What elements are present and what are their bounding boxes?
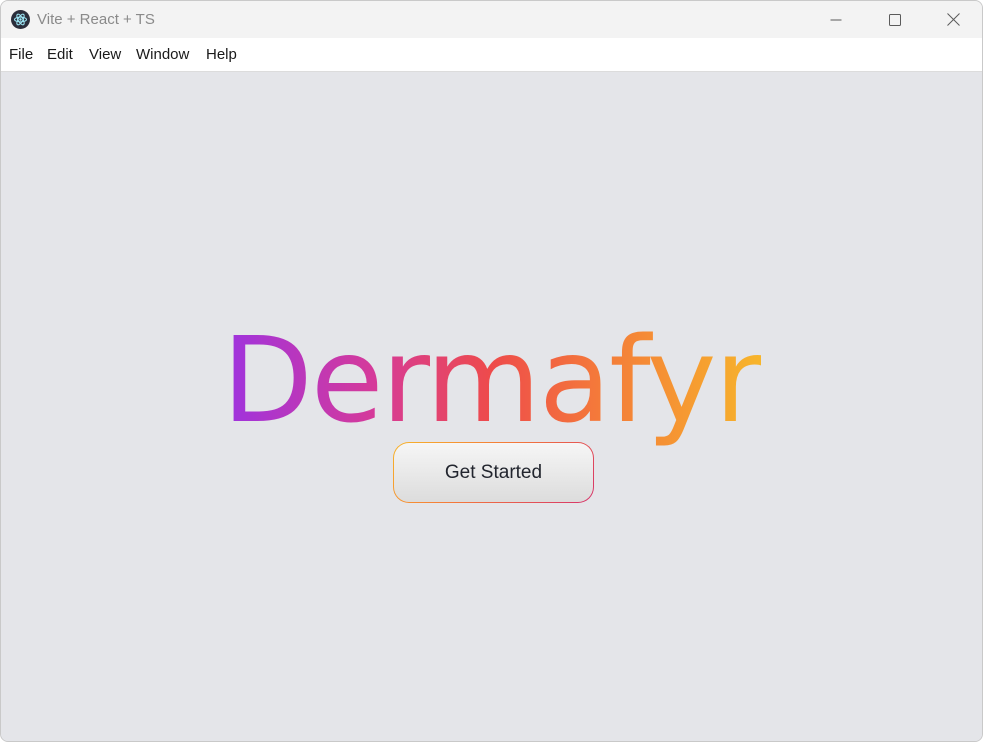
minimize-button[interactable] — [807, 1, 865, 38]
app-window: Vite + React + TS File Edit View Window … — [0, 0, 983, 742]
menu-item-help[interactable]: Help — [206, 46, 237, 64]
get-started-button-border[interactable]: Get Started — [393, 442, 594, 503]
maximize-button[interactable] — [866, 1, 924, 38]
electron-app-icon — [11, 10, 30, 29]
close-icon — [946, 13, 960, 26]
menu-item-file[interactable]: File — [9, 46, 33, 64]
main-content: Dermafyr Get Started — [1, 72, 982, 741]
menu-item-view[interactable]: View — [89, 46, 121, 64]
menu-item-edit[interactable]: Edit — [47, 46, 73, 64]
menu-item-window[interactable]: Window — [136, 46, 189, 64]
menu-bar: File Edit View Window Help — [1, 38, 982, 72]
window-title: Vite + React + TS — [37, 11, 155, 28]
maximize-icon — [889, 13, 901, 26]
get-started-button[interactable]: Get Started — [394, 443, 593, 502]
brand-wordmark: Dermafyr — [222, 311, 763, 449]
title-bar[interactable]: Vite + React + TS — [1, 1, 982, 38]
minimize-icon — [830, 14, 842, 26]
close-button[interactable] — [924, 1, 982, 38]
brand-title: Dermafyr — [1, 310, 982, 450]
